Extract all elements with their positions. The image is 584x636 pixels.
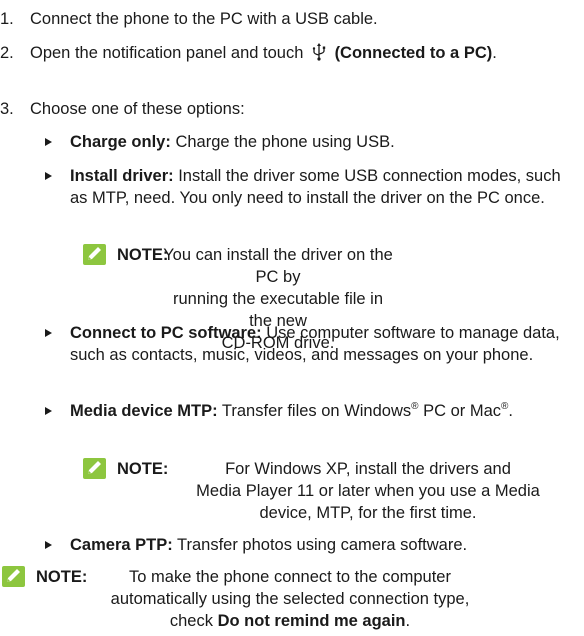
note-line: For Windows XP, install the drivers and: [225, 460, 511, 478]
note-media-device: NOTE: For Windows XP, install the driver…: [83, 458, 580, 524]
step-3: 3. Choose one of these options:: [0, 98, 580, 120]
note-line: You can install the driver on the PC by: [163, 246, 393, 286]
option-text: Charge only: Charge the phone using USB.: [70, 131, 580, 153]
step-text: Connect the phone to the PC with a USB c…: [30, 10, 378, 28]
option-description: Transfer files on Windows: [221, 402, 412, 420]
note-line-start: check: [169, 612, 213, 630]
note-line: device, MTP, for the first time.: [259, 504, 477, 522]
note-body: For Windows XP, install the drivers and …: [163, 458, 573, 524]
note-label: NOTE:: [117, 460, 169, 478]
registered-mark: ®: [411, 401, 419, 412]
step-number: 2.: [0, 44, 14, 62]
option-text: Connect to PC software: Use computer sof…: [70, 322, 580, 366]
option-media-device-mtp: Media device MTP: Transfer files on Wind…: [45, 400, 580, 444]
pencil-note-icon: [83, 244, 106, 265]
note-line: Media Player 11 or later when you use a …: [196, 482, 540, 500]
note-line: check Do not remind me again.: [82, 610, 498, 632]
option-description: Transfer photos using camera software.: [177, 536, 468, 554]
step-2: 2. Open the notification panel and touch…: [0, 42, 580, 86]
bullet-arrow-icon: [45, 172, 52, 180]
step-text: Open the notification panel and touch (C…: [30, 42, 580, 64]
step-number: 1.: [0, 10, 14, 28]
bullet-arrow-icon: [45, 541, 52, 549]
option-connect-pc-software: Connect to PC software: Use computer sof…: [45, 322, 580, 388]
step-1: 1. Connect the phone to the PC with a US…: [0, 8, 580, 30]
option-label: Camera PTP:: [70, 536, 173, 554]
option-camera-ptp: Camera PTP: Transfer photos using camera…: [45, 534, 580, 556]
bullet-arrow-icon: [45, 329, 52, 337]
step-text-intro: Open the notification panel and touch: [30, 44, 304, 62]
note-line: To make the phone connect to the compute…: [129, 568, 451, 586]
note-install-driver: NOTE: You can install the driver on the …: [83, 244, 580, 352]
option-description: Charge the phone using USB.: [175, 133, 395, 151]
bullet-arrow-icon: [45, 407, 52, 415]
option-install-driver: Install driver: Install the driver some …: [45, 165, 580, 231]
connected-to-pc-label: (Connected to a PC): [334, 44, 493, 62]
option-text: Camera PTP: Transfer photos using camera…: [70, 534, 580, 556]
note-body: To make the phone connect to the compute…: [82, 566, 498, 632]
option-text: Install driver: Install the driver some …: [70, 165, 580, 209]
manual-page: 1. Connect the phone to the PC with a US…: [0, 0, 584, 636]
option-charge-only: Charge only: Charge the phone using USB.: [45, 131, 580, 153]
note-line-end: .: [405, 612, 411, 630]
usb-icon: [312, 43, 326, 61]
step-text: Choose one of these options:: [30, 100, 245, 118]
note-label: NOTE:: [117, 246, 169, 264]
step-number: 3.: [0, 100, 14, 118]
option-label: Charge only:: [70, 133, 171, 151]
pencil-note-icon: [2, 566, 25, 587]
option-label: Connect to PC software:: [70, 324, 262, 342]
note-label: NOTE:: [36, 568, 88, 586]
option-text: Media device MTP: Transfer files on Wind…: [70, 400, 580, 422]
option-label: Media device MTP:: [70, 402, 218, 420]
note-line: automatically using the selected connect…: [110, 590, 470, 608]
note-final: NOTE: To make the phone connect to the c…: [2, 566, 580, 632]
option-description-end: .: [508, 402, 513, 420]
option-label: Install driver:: [70, 167, 174, 185]
option-description-cont: PC or Mac: [418, 402, 502, 420]
pencil-note-icon: [83, 458, 106, 479]
bullet-arrow-icon: [45, 138, 52, 146]
step-text-end: .: [492, 44, 497, 62]
do-not-remind-label: Do not remind me again: [217, 612, 406, 630]
